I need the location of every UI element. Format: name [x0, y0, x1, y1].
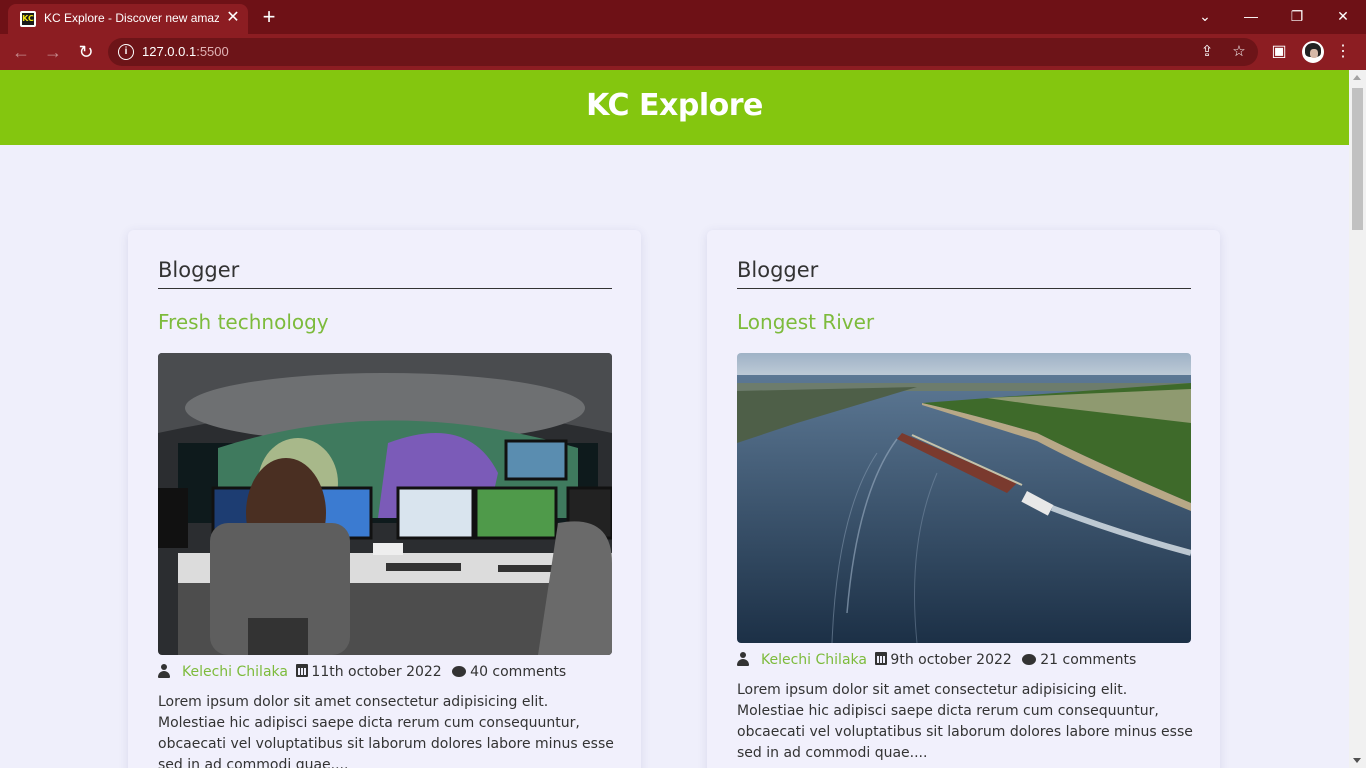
site-header: KC Explore — [0, 70, 1349, 145]
page-viewport: KC Explore Blogger Fresh technology Kele… — [0, 70, 1349, 768]
scroll-up-icon[interactable] — [1353, 75, 1361, 80]
scroll-down-icon[interactable] — [1353, 758, 1361, 763]
post-image-river[interactable] — [737, 353, 1191, 643]
reload-icon[interactable]: ↻ — [75, 41, 97, 63]
author-link[interactable]: Kelechi Chilaka — [761, 652, 867, 668]
post-title[interactable]: Fresh technology — [158, 310, 329, 334]
comment-count[interactable]: 21 comments — [1040, 652, 1136, 668]
tab-strip: KC KC Explore - Discover new amazing ✕ +… — [0, 0, 1366, 34]
post-meta: Kelechi Chilaka 11th october 2022 40 com… — [158, 662, 566, 680]
menu-kebab-icon[interactable]: ⋮ — [1332, 41, 1354, 63]
post-category: Blogger — [158, 258, 612, 289]
back-icon[interactable]: ← — [10, 41, 32, 63]
user-icon — [737, 652, 749, 666]
post-category: Blogger — [737, 258, 1191, 289]
window-close-button[interactable]: ✕ — [1332, 6, 1354, 26]
post-date: 11th october 2022 — [311, 664, 442, 680]
user-icon — [158, 664, 170, 678]
side-panel-icon[interactable]: ▣ — [1268, 41, 1290, 63]
comment-count[interactable]: 40 comments — [470, 664, 566, 680]
url-text: 127.0.0.1:5500 — [142, 44, 229, 59]
control-room-image — [158, 353, 612, 655]
share-icon[interactable]: ⇪ — [1198, 43, 1216, 61]
forward-icon[interactable]: → — [42, 41, 64, 63]
avatar[interactable] — [1302, 41, 1324, 63]
scroll-thumb[interactable] — [1352, 88, 1363, 230]
calendar-icon — [296, 664, 309, 677]
calendar-icon — [875, 652, 888, 665]
post-title[interactable]: Longest River — [737, 310, 874, 334]
new-tab-button[interactable]: + — [258, 6, 280, 28]
post-meta: Kelechi Chilaka 9th october 2022 21 comm… — [737, 650, 1136, 668]
comment-icon — [1022, 654, 1037, 665]
post-excerpt: Lorem ipsum dolor sit amet consectetur a… — [158, 694, 614, 768]
close-icon[interactable]: ✕ — [224, 9, 242, 27]
site-title: KC Explore — [586, 88, 763, 123]
post-card: Blogger Fresh technology Kelechi Chilaka… — [128, 230, 641, 768]
browser-tab[interactable]: KC KC Explore - Discover new amazing ✕ — [8, 4, 248, 34]
post-image-control-room[interactable] — [158, 353, 612, 655]
post-card: Blogger Longest River Kelechi Chilaka 9t… — [707, 230, 1220, 768]
tab-title: KC Explore - Discover new amazing — [44, 11, 219, 25]
post-excerpt: Lorem ipsum dolor sit amet consectetur a… — [737, 682, 1193, 761]
restore-button[interactable]: ❐ — [1286, 6, 1308, 26]
minimize-button[interactable]: — — [1240, 6, 1262, 26]
post-date: 9th october 2022 — [890, 652, 1012, 668]
river-barge-image — [737, 353, 1191, 643]
favicon-icon: KC — [20, 11, 36, 27]
address-bar[interactable]: i 127.0.0.1:5500 ⇪ ☆ — [108, 38, 1258, 66]
browser-toolbar: ← → ↻ i 127.0.0.1:5500 ⇪ ☆ ▣ ⋮ — [0, 34, 1366, 70]
comment-icon — [452, 666, 467, 677]
tab-search-icon[interactable]: ⌄ — [1194, 6, 1216, 26]
bookmark-star-icon[interactable]: ☆ — [1230, 43, 1248, 61]
page-scrollbar[interactable] — [1349, 70, 1366, 768]
author-link[interactable]: Kelechi Chilaka — [182, 664, 288, 680]
info-icon[interactable]: i — [118, 44, 134, 60]
